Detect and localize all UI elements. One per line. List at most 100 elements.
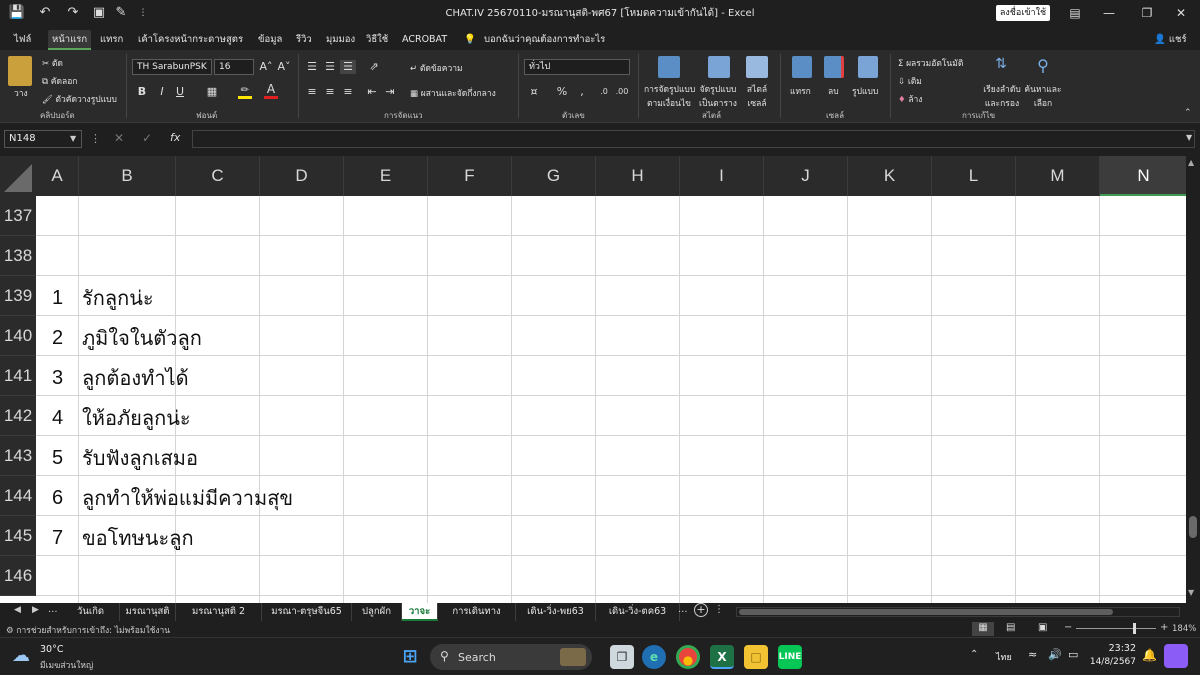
column-header-d[interactable]: D	[260, 156, 344, 196]
column-header-b[interactable]: B	[79, 156, 176, 196]
align-center-icon[interactable]: ≡	[322, 85, 338, 99]
zoom-in-icon[interactable]: +	[1160, 622, 1168, 633]
more-sheets-left[interactable]: ...	[48, 604, 58, 615]
column-header-l[interactable]: L	[932, 156, 1016, 196]
insert-cells-button[interactable]: แทรก	[790, 84, 811, 98]
line-app-icon[interactable]: LINE	[778, 645, 802, 669]
insert-function-icon[interactable]: fx	[170, 131, 180, 144]
format-cells-icon[interactable]	[858, 56, 878, 78]
align-bottom-icon[interactable]: ☰	[340, 60, 356, 74]
windows-start-icon[interactable]: ⊞	[398, 645, 422, 669]
worksheet-grid[interactable]: ABCDEFGHIJKLMN 137 138 139 1 รักลูกน่ะ 140 2 ภู…	[0, 156, 1186, 603]
cell-b[interactable]: ให้อภัยลูกน่ะ	[82, 396, 191, 436]
notification-bell-icon[interactable]: 🔔	[1142, 648, 1157, 662]
page-layout-view-icon[interactable]: ▤	[1006, 622, 1015, 633]
cell-b[interactable]: ภูมิใจในตัวลูก	[82, 316, 202, 356]
cell-a[interactable]	[36, 556, 79, 596]
align-middle-icon[interactable]: ☰	[322, 60, 338, 74]
cancel-icon[interactable]: ✕	[114, 131, 124, 145]
sheet-tab[interactable]: วาจะ	[402, 603, 438, 621]
row-header[interactable]: 139	[0, 276, 36, 316]
tab-insert[interactable]: แทรก	[96, 30, 127, 50]
row-header[interactable]: 142	[0, 396, 36, 436]
formula-input[interactable]	[192, 130, 1195, 148]
excel-icon[interactable]: X	[710, 645, 734, 669]
insert-cells-icon[interactable]	[792, 56, 812, 78]
column-header-f[interactable]: F	[428, 156, 512, 196]
cell-a[interactable]: 7	[36, 516, 79, 556]
prev-sheet-icon[interactable]: ◀	[14, 605, 21, 615]
sheet-tab[interactable]: การเดินทาง	[438, 603, 516, 621]
close-button[interactable]: ✕	[1166, 3, 1196, 23]
row-header[interactable]: 141	[0, 356, 36, 396]
align-top-icon[interactable]: ☰	[304, 60, 320, 74]
tab-view[interactable]: มุมมอง	[322, 30, 359, 50]
vertical-scrollbar[interactable]: ▲ ▼	[1186, 156, 1200, 603]
row-header[interactable]: 146	[0, 556, 36, 596]
font-size-select[interactable]: 16	[214, 59, 254, 75]
cell-b[interactable]: ลูกต้องทำได้	[82, 356, 189, 396]
delete-cells-icon[interactable]	[824, 56, 844, 78]
italic-icon[interactable]: I	[154, 85, 170, 99]
decrease-font-icon[interactable]: A˅	[276, 60, 292, 74]
percent-icon[interactable]: %	[554, 85, 570, 99]
scroll-thumb[interactable]	[1189, 516, 1197, 538]
chrome-icon[interactable]: ●	[676, 645, 700, 669]
share-button[interactable]: 👤 แชร์	[1150, 30, 1191, 50]
tab-formulas[interactable]: สูตร	[222, 30, 247, 50]
print-preview-icon[interactable]: ✎	[112, 4, 130, 22]
tab-file[interactable]: ไฟล์	[10, 30, 35, 50]
sheet-tab[interactable]: ปลูกผัก	[352, 603, 402, 621]
sheet-tab[interactable]: วันเกิด	[62, 603, 120, 621]
bold-icon[interactable]: B	[134, 85, 150, 99]
font-color-icon[interactable]: A	[264, 83, 278, 99]
cell-b[interactable]: รักลูกน่ะ	[82, 276, 154, 316]
orientation-icon[interactable]: ⇗	[366, 60, 382, 74]
next-sheet-icon[interactable]: ▶	[32, 605, 39, 615]
conditional-format-icon[interactable]	[658, 56, 680, 78]
cut-button[interactable]: ✂ ตัด	[42, 56, 63, 70]
column-header-g[interactable]: G	[512, 156, 596, 196]
copilot-icon[interactable]	[1164, 644, 1188, 668]
save-icon[interactable]: 💾	[8, 4, 26, 22]
accessibility-status[interactable]: ⚙ การช่วยสำหรับการเข้าถึง: ไม่พร้อมใช้งา…	[6, 623, 170, 637]
conditional-format-button[interactable]: การจัดรูปแบบ ตามเงื่อนไข	[644, 82, 695, 110]
sheet-tab[interactable]: มรณานุสติ	[120, 603, 176, 621]
battery-icon[interactable]: ▭	[1068, 648, 1078, 661]
sheet-tab[interactable]: มรณา-ตรุษจีน65	[262, 603, 352, 621]
cell-a[interactable]: 6	[36, 476, 79, 516]
tell-me-search[interactable]: บอกฉันว่าคุณต้องการทำอะไร	[480, 30, 609, 50]
tab-acrobat[interactable]: ACROBAT	[398, 30, 451, 50]
input-language[interactable]: ไทย	[996, 650, 1012, 664]
increase-decimal-icon[interactable]: .0	[596, 85, 612, 99]
cell-b[interactable]: ลูกทำให้พ่อแม่มีความสุข	[82, 476, 293, 516]
camera-icon[interactable]: ▣	[90, 4, 108, 22]
more-sheets-right[interactable]: ...	[678, 604, 688, 615]
clock-time[interactable]: 23:32	[1090, 643, 1136, 654]
currency-icon[interactable]: ¤	[526, 85, 542, 99]
column-header-n[interactable]: N	[1100, 156, 1186, 196]
font-name-select[interactable]: TH SarabunPSK	[132, 59, 212, 75]
cell-a[interactable]: 3	[36, 356, 79, 396]
column-header-m[interactable]: M	[1016, 156, 1100, 196]
add-sheet-icon[interactable]: +	[694, 603, 708, 617]
restore-button[interactable]: ❐	[1132, 3, 1162, 23]
fill-color-icon[interactable]: ✏	[238, 85, 252, 99]
weather-cloud-icon[interactable]: ☁	[12, 645, 36, 667]
volume-icon[interactable]: 🔊	[1048, 648, 1062, 661]
number-format-select[interactable]: ทั่วไป	[524, 59, 630, 75]
format-as-table-icon[interactable]	[708, 56, 730, 78]
find-select-button[interactable]: ค้นหาและ เลือก	[1022, 82, 1064, 110]
cell-a[interactable]	[36, 196, 79, 236]
file-explorer-icon[interactable]: □	[744, 645, 768, 669]
zoom-level[interactable]: 184%	[1172, 624, 1196, 634]
align-right-icon[interactable]: ≡	[340, 85, 356, 99]
borders-icon[interactable]: ▦	[204, 85, 220, 99]
cell-a[interactable]: 1	[36, 276, 79, 316]
cell-a[interactable]: 4	[36, 396, 79, 436]
column-header-k[interactable]: K	[848, 156, 932, 196]
task-view-icon[interactable]: ❐	[610, 645, 634, 669]
sheet-options-icon[interactable]: ⋮	[714, 604, 724, 615]
horizontal-scrollbar[interactable]	[736, 607, 1180, 617]
row-header[interactable]: 137	[0, 196, 36, 236]
